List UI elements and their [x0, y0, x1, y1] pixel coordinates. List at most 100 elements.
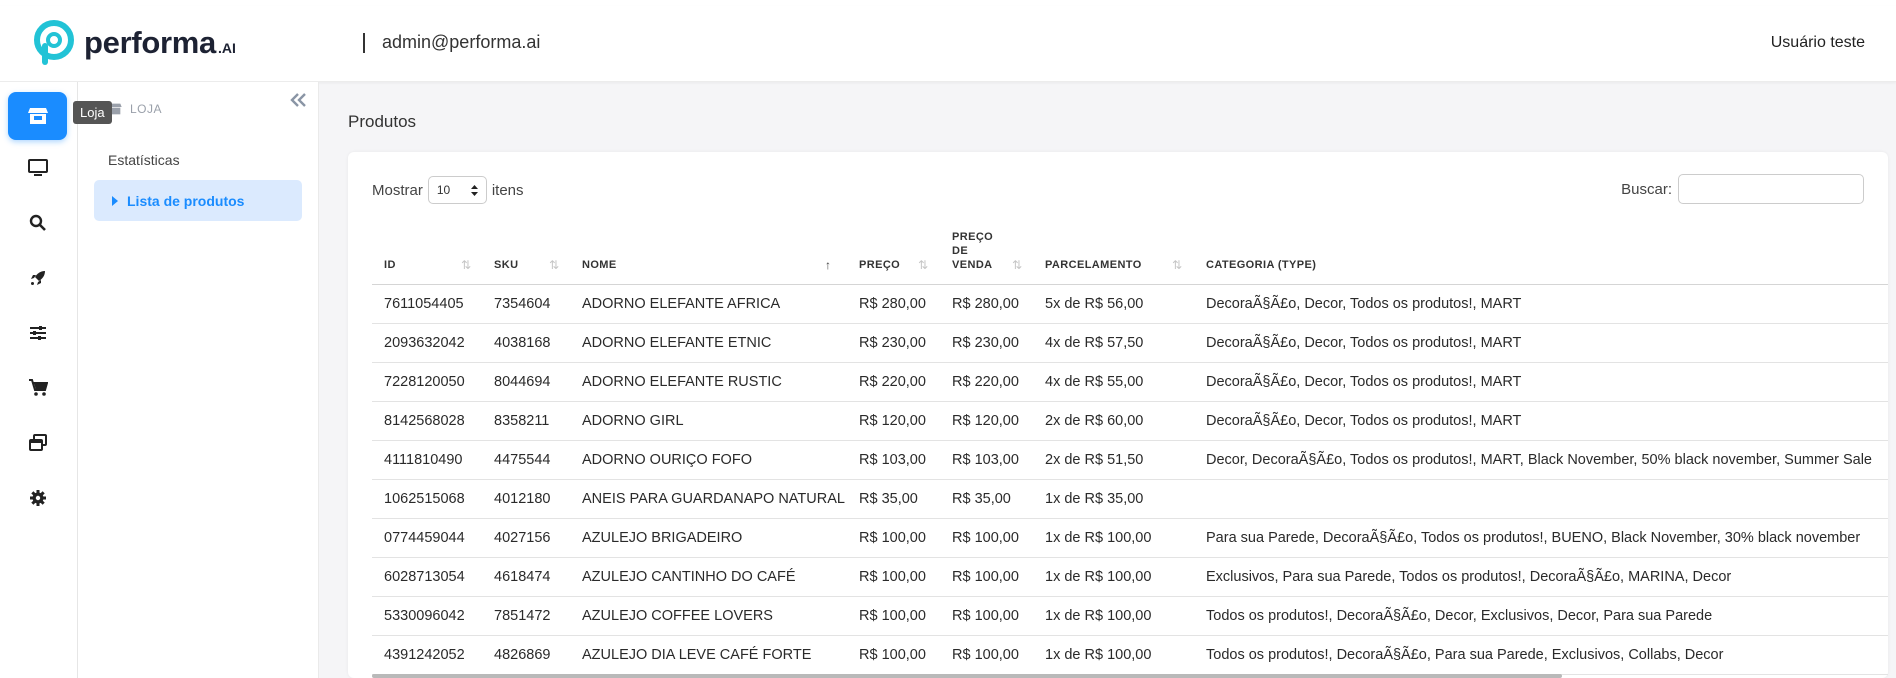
products-table: ID ⇅ SKU ⇅ NOME ↑ PREÇO ⇅ PREÇO DE VENDA… — [372, 226, 1888, 675]
cell-nome: ADORNO ELEFANTE AFRICA — [582, 296, 781, 312]
cell-categoria: DecoraÃ§Ã£o, Decor, Todos os produtos!, … — [1206, 374, 1522, 390]
cell-id: 7228120050 — [384, 374, 465, 390]
header-divider — [363, 33, 365, 53]
rocket-icon — [30, 271, 45, 285]
table-row[interactable]: 6028713054 4618474 AZULEJO CANTINHO DO CAF… — [372, 558, 1888, 597]
col-header-parcelamento[interactable]: PARCELAMENTO — [1045, 258, 1142, 272]
col-header-categoria[interactable]: CATEGORIA (TYPE) — [1206, 258, 1316, 272]
cell-preco-venda: R$ 100,00 — [952, 530, 1019, 546]
table-header: ID ⇅ SKU ⇅ NOME ↑ PREÇO ⇅ PREÇO DE VENDA… — [372, 226, 1888, 285]
cell-sku: 8358211 — [494, 413, 550, 429]
sort-icon[interactable]: ⇅ — [549, 258, 559, 272]
col-header-preco-de-venda[interactable]: PREÇO DE VENDA — [952, 230, 998, 272]
search-label: Buscar: — [1621, 180, 1672, 198]
sort-asc-icon[interactable]: ↑ — [825, 258, 831, 272]
sort-icon[interactable]: ⇅ — [918, 258, 928, 272]
sliders-icon — [29, 326, 46, 340]
search-icon — [29, 214, 46, 231]
nav-cart-button[interactable] — [8, 364, 67, 412]
table-row[interactable]: 7228120050 8044694 ADORNO ELEFANTE RUSTIC R… — [372, 363, 1888, 402]
col-header-preco[interactable]: PREÇO — [859, 258, 900, 272]
cell-categoria: Decor, DecoraÃ§Ã£o, Todos os produtos!, … — [1206, 452, 1872, 468]
col-header-sku[interactable]: SKU — [494, 258, 518, 272]
user-menu[interactable]: Usuário teste — [1771, 34, 1865, 52]
cell-id: 2093632042 — [384, 335, 465, 351]
cell-preco-venda: R$ 280,00 — [952, 296, 1019, 312]
sort-icon[interactable]: ⇅ — [1172, 258, 1182, 272]
table-body: 7611054405 7354604 ADORNO ELEFANTE AFRICA R… — [372, 285, 1888, 675]
cell-categoria: Para sua Parede, DecoraÃ§Ã£o, Todos os p… — [1206, 530, 1861, 546]
table-row[interactable]: 2093632042 4038168 ADORNO ELEFANTE ETNIC R$… — [372, 324, 1888, 363]
page-length-select[interactable]: 10 — [427, 176, 487, 204]
sort-icon[interactable]: ⇅ — [1012, 258, 1022, 272]
caret-right-icon — [112, 195, 118, 206]
nav-settings-sliders-button[interactable] — [8, 309, 67, 357]
sort-icon[interactable]: ⇅ — [461, 258, 471, 272]
cell-id: 5330096042 — [384, 608, 465, 624]
performa-logo-icon — [34, 20, 74, 65]
cell-categoria: Exclusivos, Para sua Parede, Todos os pr… — [1206, 569, 1732, 585]
double-chevron-left-icon — [290, 93, 306, 107]
cell-sku: 4826869 — [494, 647, 551, 663]
cell-nome: ANEIS PARA GUARDANAPO NATURAL — [582, 491, 845, 507]
cell-preco: R$ 100,00 — [859, 608, 926, 624]
page-length-value: 10 — [436, 183, 451, 197]
nav-gear-button[interactable] — [8, 474, 67, 522]
cell-parcelamento: 1x de R$ 100,00 — [1045, 647, 1152, 663]
sidebar-collapse-button[interactable] — [290, 92, 308, 113]
col-header-id[interactable]: ID — [384, 258, 396, 272]
table-row[interactable]: 4111810490 4475544 ADORNO OURIÇO FOFO R$ 10… — [372, 441, 1888, 480]
cell-preco: R$ 100,00 — [859, 530, 926, 546]
nav-monitor-button[interactable] — [8, 144, 67, 192]
icon-sidebar — [0, 82, 78, 678]
store-icon — [27, 108, 48, 124]
nav-store-button[interactable] — [8, 92, 67, 140]
nav-windows-button[interactable] — [8, 419, 67, 467]
store-tooltip: Loja — [73, 101, 112, 124]
cell-sku: 4038168 — [494, 335, 551, 351]
cell-preco-venda: R$ 103,00 — [952, 452, 1019, 468]
table-row[interactable]: 1062515068 4012180 ANEIS PARA GUARDANAPO N… — [372, 480, 1888, 519]
products-card: Mostrar 10 itens Buscar: ID ⇅ SKU ⇅ NOME… — [348, 152, 1888, 678]
cell-nome: ADORNO ELEFANTE ETNIC — [582, 335, 772, 351]
cell-categoria: Todos os produtos!, DecoraÃ§Ã£o, Decor, … — [1206, 608, 1713, 624]
table-search: Buscar: — [1621, 174, 1864, 204]
cell-preco: R$ 103,00 — [859, 452, 926, 468]
table-row[interactable]: 4391242052 4826869 AZULEJO DIA LEVE CAFÉ F… — [372, 636, 1888, 675]
table-row[interactable]: 0774459044 4027156 AZULEJO BRIGADEIRO R$ 10… — [372, 519, 1888, 558]
cell-nome: ADORNO ELEFANTE RUSTIC — [582, 374, 782, 390]
cell-parcelamento: 4x de R$ 57,50 — [1045, 335, 1144, 351]
sidebar-item-estatisticas[interactable]: Estatísticas — [108, 152, 180, 168]
cell-parcelamento: 1x de R$ 100,00 — [1045, 530, 1152, 546]
cell-categoria: DecoraÃ§Ã£o, Decor, Todos os produtos!, … — [1206, 413, 1522, 429]
cell-preco: R$ 280,00 — [859, 296, 926, 312]
horizontal-scrollbar[interactable] — [372, 674, 1562, 678]
cell-id: 6028713054 — [384, 569, 465, 585]
table-row[interactable]: 5330096042 7851472 AZULEJO COFFEE LOVERS R$… — [372, 597, 1888, 636]
cell-preco: R$ 100,00 — [859, 647, 926, 663]
windows-icon — [28, 434, 47, 451]
cell-sku: 7354604 — [494, 296, 551, 312]
table-row[interactable]: 8142568028 8358211 ADORNO GIRL R$ 120,00 R$ … — [372, 402, 1888, 441]
cell-sku: 7851472 — [494, 608, 551, 624]
brand-logo[interactable]: performa .AI — [30, 19, 236, 67]
cell-sku: 4027156 — [494, 530, 551, 546]
nav-rocket-button[interactable] — [8, 254, 67, 302]
cell-preco-venda: R$ 230,00 — [952, 335, 1019, 351]
account-email: admin@performa.ai — [382, 32, 541, 52]
cell-preco-venda: R$ 220,00 — [952, 374, 1019, 390]
cell-nome: AZULEJO CANTINHO DO CAFÉ — [582, 569, 796, 585]
cell-preco-venda: R$ 100,00 — [952, 647, 1019, 663]
cell-sku: 4618474 — [494, 569, 551, 585]
cell-parcelamento: 1x de R$ 100,00 — [1045, 608, 1152, 624]
cell-parcelamento: 1x de R$ 35,00 — [1045, 491, 1144, 507]
search-input[interactable] — [1678, 174, 1864, 204]
nav-search-button[interactable] — [8, 199, 67, 247]
table-row[interactable]: 7611054405 7354604 ADORNO ELEFANTE AFRICA R… — [372, 285, 1888, 324]
col-header-nome[interactable]: NOME — [582, 258, 617, 272]
cell-categoria: DecoraÃ§Ã£o, Decor, Todos os produtos!, … — [1206, 335, 1522, 351]
items-label: itens — [491, 181, 524, 199]
cell-preco-venda: R$ 100,00 — [952, 608, 1019, 624]
sidebar-item-lista-de-produtos[interactable]: Lista de produtos — [94, 180, 302, 221]
secondary-sidebar: LOJA Estatísticas Lista de produtos — [78, 82, 319, 678]
